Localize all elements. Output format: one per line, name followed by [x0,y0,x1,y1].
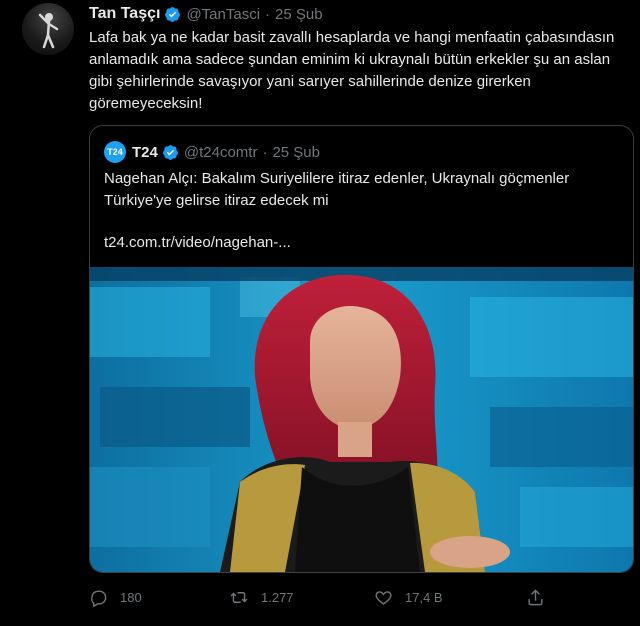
video-thumbnail[interactable] [90,267,633,572]
quoted-tweet-header: T24 T24 @t24comtr · 25 Şub [104,141,320,163]
share-button[interactable] [526,588,557,607]
tweet-text: Lafa bak ya ne kadar basit zavallı hesap… [89,29,615,112]
reply-button[interactable]: 180 [89,588,142,607]
quoted-tweet-link[interactable]: t24.com.tr/video/nagehan-... [104,234,291,251]
author-avatar[interactable] [22,3,74,55]
avatar-figure [38,13,59,49]
separator-dot: · [262,143,268,161]
author-handle[interactable]: @TanTasci [186,6,260,23]
quoted-tweet-date[interactable]: 25 Şub [272,144,320,161]
t24-logo[interactable]: T24 [104,141,126,163]
quoted-author-handle[interactable]: @t24comtr [184,144,258,161]
retweet-count: 1.277 [261,590,294,605]
reply-icon [91,590,107,607]
like-count: 17,4 B [405,590,443,605]
author-name[interactable]: Tan Taşçı [89,5,160,23]
verified-icon [162,144,178,160]
quoted-author-name[interactable]: T24 [132,144,158,161]
verified-icon [165,6,181,22]
reply-count: 180 [120,590,142,605]
share-icon [528,589,543,606]
quoted-tweet-text: Nagehan Alçı: Bakalım Suriyelilere itira… [104,170,570,209]
retweet-icon [230,592,248,603]
separator-dot: · [265,5,271,23]
tweet-header: Tan Taşçı @TanTasci · 25 Şub [89,4,323,24]
tweet-actions: 180 1.277 17,4 B [89,588,549,612]
like-button[interactable]: 17,4 B [374,588,443,607]
heart-icon [375,591,392,605]
retweet-button[interactable]: 1.277 [229,588,294,607]
tweet-date[interactable]: 25 Şub [275,6,323,23]
quoted-tweet[interactable]: T24 T24 @t24comtr · 25 Şub Nagehan Alçı:… [89,125,634,573]
